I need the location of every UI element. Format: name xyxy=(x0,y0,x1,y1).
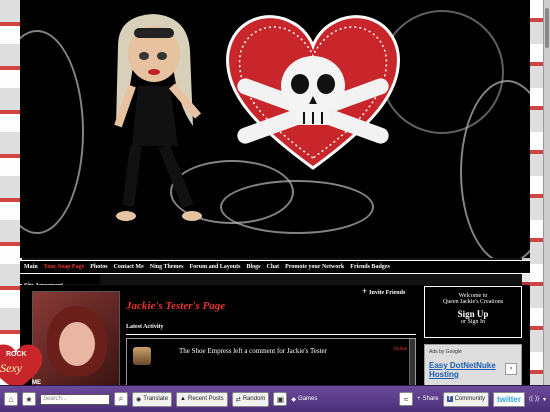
plus-icon: + xyxy=(417,396,421,402)
up-arrow-icon: ▲ xyxy=(180,396,186,402)
welcome-line-2: Queen Jackie's Creations xyxy=(442,299,504,305)
left-border-decoration xyxy=(0,0,22,385)
ads-by-label: Ads by Google xyxy=(429,349,462,355)
profile-avatar[interactable] xyxy=(32,291,120,387)
nav-item-friends-badges[interactable]: Friends Badges xyxy=(350,264,390,270)
sign-up-link[interactable]: Sign Up xyxy=(425,309,521,319)
invite-friends-label: Invite Friends xyxy=(369,290,406,296)
nav-item-main[interactable]: Main xyxy=(24,264,38,270)
welcome-box: Welcome to Queen Jackie's Creations Sign… xyxy=(424,286,522,338)
search-icon[interactable]: ⌕ xyxy=(114,392,128,406)
main-nav: Main Your Soap Page Photos Contact Me Ni… xyxy=(20,260,530,274)
more-menu-icon[interactable]: ▾ xyxy=(543,396,546,403)
activity-scrollbar[interactable] xyxy=(409,339,415,387)
activity-time: Online xyxy=(393,347,407,352)
rss-icon[interactable]: ≈ xyxy=(399,392,414,406)
activity-user-thumbnail[interactable] xyxy=(133,347,151,365)
page: Main Your Soap Page Photos Contact Me Ni… xyxy=(0,0,550,412)
activity-feed: The Shoe Empress left a comment for Jack… xyxy=(126,338,416,388)
community-label: Community xyxy=(454,396,485,402)
facebook-icon: f xyxy=(446,396,453,402)
share-label: Share xyxy=(422,396,439,402)
nav-item-forum-and-layouts[interactable]: Forum and Layouts xyxy=(189,264,240,270)
bottom-toolbar: ⌂ ★ Search... ⌕ ◉ Translate ▲ Recent Posts… xyxy=(0,385,550,412)
activity-item-text[interactable]: The Shoe Empress left a comment for Jack… xyxy=(179,347,327,355)
shuffle-icon: ⇄ xyxy=(235,396,241,403)
header-banner xyxy=(20,0,530,258)
secondary-nav: Site Agreement xyxy=(20,274,100,289)
games-button[interactable]: ◆ Games xyxy=(291,396,317,403)
badge-sexy-text: Sexy xyxy=(0,361,23,375)
games-label: Games xyxy=(298,396,318,402)
skull-heart-graphic xyxy=(218,8,408,178)
page-title: Jackie's Tester's Page xyxy=(126,300,226,312)
window-icon[interactable]: ▣ xyxy=(273,392,288,406)
gamepad-icon: ◆ xyxy=(291,396,297,403)
nav-item-photos[interactable]: Photos xyxy=(90,264,107,270)
sign-in-link[interactable]: or Sign In xyxy=(425,319,521,325)
recent-posts-label: Recent Posts xyxy=(188,396,224,402)
translate-label: Translate xyxy=(143,396,169,402)
wifi-icon[interactable]: ((·)) xyxy=(529,396,539,402)
translate-button[interactable]: ◉ Translate xyxy=(132,391,173,407)
toolbar-search-input[interactable]: Search... xyxy=(40,393,110,405)
doll-character-graphic xyxy=(98,6,228,241)
globe-icon: ◉ xyxy=(136,396,142,403)
browser-scrollbar[interactable] xyxy=(543,0,550,385)
random-button[interactable]: ⇄ Random xyxy=(231,391,270,407)
bookmark-icon[interactable]: ★ xyxy=(22,392,36,406)
nav-item-blogs[interactable]: Blogs xyxy=(246,264,260,270)
chevron-right-icon[interactable]: › xyxy=(505,363,517,375)
nav-item-ning-themes[interactable]: Ning Themes xyxy=(150,264,184,270)
scrollbar-thumb[interactable] xyxy=(545,8,549,48)
nav-item-promote-your-network[interactable]: Promote your Network xyxy=(285,264,344,270)
nav-item-contact-me[interactable]: Contact Me xyxy=(114,264,144,270)
share-button[interactable]: + Share xyxy=(417,396,439,402)
recent-posts-button[interactable]: ▲ Recent Posts xyxy=(176,391,228,407)
plus-icon: + xyxy=(362,286,368,296)
latest-activity-heading: Latest Activity xyxy=(126,324,416,335)
avatar-face xyxy=(59,322,95,366)
invite-friends-link[interactable]: + Invite Friends xyxy=(362,286,405,296)
google-ad: Ads by Google Easy DotNetNuke Hosting › xyxy=(424,344,522,388)
nav-item-your-soap-page[interactable]: Your Soap Page xyxy=(44,264,85,270)
swirl-decoration xyxy=(220,180,374,234)
ad-link[interactable]: Easy DotNetNuke Hosting xyxy=(429,361,509,379)
badge-rock-text: ROCK xyxy=(6,351,27,358)
home-icon[interactable]: ⌂ xyxy=(4,392,18,406)
twitter-button[interactable]: twitter xyxy=(492,391,525,407)
community-button[interactable]: f Community xyxy=(442,391,489,407)
nav-item-chat[interactable]: Chat xyxy=(267,264,280,270)
random-label: Random xyxy=(242,396,266,402)
swirl-decoration xyxy=(20,30,84,234)
